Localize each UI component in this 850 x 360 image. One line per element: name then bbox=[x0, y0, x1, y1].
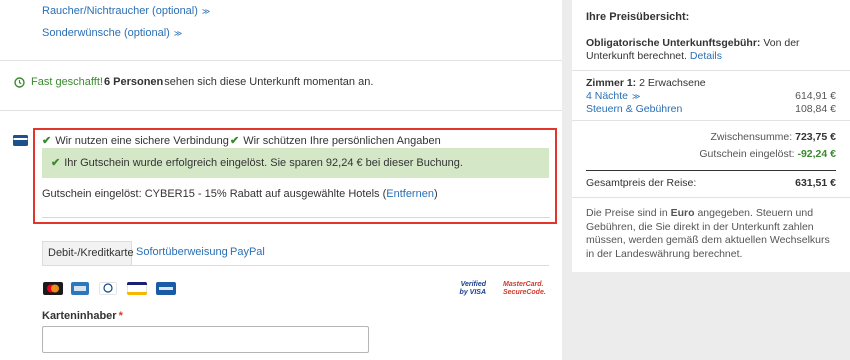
chevron-down-icon[interactable]: ≫ bbox=[202, 7, 210, 16]
special-requests-option[interactable]: Sonderwünsche (optional) ≫ bbox=[42, 27, 182, 39]
data-protection-label: Wir schützen Ihre persönlichen Angaben bbox=[243, 135, 441, 147]
nights-label[interactable]: 4 Nächte bbox=[586, 90, 628, 102]
check-icon: ✔ bbox=[42, 135, 52, 147]
taxes-price: 108,84 € bbox=[795, 103, 836, 115]
verified-by-visa-badge: Verified by VISA bbox=[459, 281, 486, 296]
notice-suffix: sehen sich diese Unterkunft momentan an. bbox=[164, 76, 374, 88]
mastercard-securecode-badge: MasterCard. SecureCode. bbox=[503, 281, 546, 296]
currency-note: Die Preise sind in Euro angegeben. Steue… bbox=[586, 207, 840, 261]
divider bbox=[42, 217, 550, 218]
coupon-success-banner: ✔ Ihr Gutschein wurde erfolgreich eingelö… bbox=[42, 148, 549, 178]
total-label: Gesamtpreis der Reise: bbox=[586, 177, 697, 189]
secure-connection: ✔ Wir nutzen eine sichere Verbindung bbox=[42, 134, 229, 147]
currency-name: Euro bbox=[670, 207, 695, 219]
check-icon: ✔ bbox=[230, 135, 240, 147]
nights-price: 614,91 € bbox=[795, 90, 836, 102]
notice-persons: 6 Personen bbox=[103, 76, 164, 88]
subtotal-line: Zwischensumme: 723,75 € bbox=[586, 131, 837, 143]
chevron-down-icon[interactable]: ≫ bbox=[174, 29, 182, 38]
payment-tabs: Debit-/Kreditkarte Sofortüberweisung Pay… bbox=[42, 241, 549, 266]
currency-note-prefix: Die Preise sind in bbox=[586, 207, 671, 219]
total-line: Gesamtpreis der Reise: 631,51 € bbox=[586, 177, 836, 189]
nights-toggle[interactable]: 4 Nächte ≫ bbox=[586, 90, 640, 102]
nights-line: 4 Nächte ≫ 614,91 € bbox=[586, 90, 836, 102]
tab-paypal[interactable]: PayPal bbox=[230, 246, 265, 258]
price-summary: Ihre Preisübersicht: Obligatorische Unte… bbox=[572, 0, 850, 272]
smoking-option[interactable]: Raucher/Nichtraucher (optional) ≫ bbox=[42, 5, 210, 17]
coupon-discount-label: Gutschein eingelöst: bbox=[699, 148, 795, 160]
cardholder-input[interactable] bbox=[42, 326, 369, 353]
details-link[interactable]: Details bbox=[690, 50, 722, 62]
coupon-applied-text: Gutschein eingelöst: CYBER15 - 15% Rabat… bbox=[42, 188, 387, 200]
coupon-discount-value: -92,24 € bbox=[797, 148, 836, 160]
remove-coupon-link[interactable]: Entfernen bbox=[386, 188, 434, 200]
clock-icon bbox=[14, 76, 25, 88]
mastercard-logo-icon bbox=[43, 282, 63, 295]
data-protection: ✔ Wir schützen Ihre persönlichen Angaben bbox=[230, 134, 441, 147]
availability-notice: Fast geschafft! 6 Personen sehen sich di… bbox=[14, 76, 373, 88]
coupon-applied-line: Gutschein eingelöst: CYBER15 - 15% Rabat… bbox=[42, 188, 438, 200]
room-label: Zimmer 1: bbox=[586, 77, 637, 89]
taxes-line: Steuern & Gebühren 108,84 € bbox=[586, 103, 836, 115]
coupon-discount-line: Gutschein eingelöst: -92,24 € bbox=[586, 148, 836, 160]
visa-logo-icon bbox=[127, 282, 147, 295]
summary-title: Ihre Preisübersicht: bbox=[586, 11, 690, 23]
taxes-link[interactable]: Steuern & Gebühren bbox=[586, 103, 682, 115]
divider bbox=[572, 70, 850, 71]
credit-card-icon bbox=[13, 135, 28, 146]
cardholder-label: Karteninhaber * bbox=[42, 310, 123, 322]
subtotal-label: Zwischensumme: bbox=[710, 131, 793, 143]
room-line: Zimmer 1: 2 Erwachsene bbox=[586, 77, 836, 89]
coupon-applied-suffix: ) bbox=[433, 188, 438, 200]
amex-logo-icon bbox=[71, 282, 89, 295]
divider bbox=[572, 197, 850, 198]
booking-form: Raucher/Nichtraucher (optional) ≫ Sonderw… bbox=[0, 0, 562, 360]
coupon-success-message: Ihr Gutschein wurde erfolgreich eingelös… bbox=[64, 157, 463, 169]
tab-card[interactable]: Debit-/Kreditkarte bbox=[42, 241, 134, 265]
notice-prefix: Fast geschafft! bbox=[31, 76, 103, 88]
tab-sofort[interactable]: Sofortüberweisung bbox=[136, 246, 228, 258]
chevron-down-icon[interactable]: ≫ bbox=[632, 92, 640, 101]
check-icon: ✔ bbox=[51, 157, 61, 169]
divider bbox=[572, 120, 850, 121]
secure-connection-label: Wir nutzen eine sichere Verbindung bbox=[55, 135, 229, 147]
room-guests: 2 Erwachsene bbox=[636, 77, 706, 89]
coupon-highlight-box: ✔ Wir nutzen eine sichere Verbindung ✔ Wir… bbox=[33, 128, 557, 224]
subtotal-value: 723,75 € bbox=[795, 131, 836, 143]
divider bbox=[586, 170, 836, 171]
tab-card-label[interactable]: Debit-/Kreditkarte bbox=[48, 247, 134, 259]
divider bbox=[0, 60, 562, 61]
visa-electron-logo-icon bbox=[156, 282, 176, 295]
mandatory-fee-heading: Obligatorische Unterkunftsgebühr: bbox=[586, 37, 761, 49]
required-mark: * bbox=[118, 310, 123, 322]
divider bbox=[0, 110, 562, 111]
mandatory-fee-note: Obligatorische Unterkunftsgebühr: Von de… bbox=[586, 37, 840, 63]
diners-logo-icon bbox=[99, 282, 117, 295]
smoking-option-label[interactable]: Raucher/Nichtraucher (optional) bbox=[42, 5, 198, 17]
cardholder-label-text: Karteninhaber bbox=[42, 310, 117, 322]
total-value: 631,51 € bbox=[795, 177, 836, 189]
special-requests-label[interactable]: Sonderwünsche (optional) bbox=[42, 27, 170, 39]
